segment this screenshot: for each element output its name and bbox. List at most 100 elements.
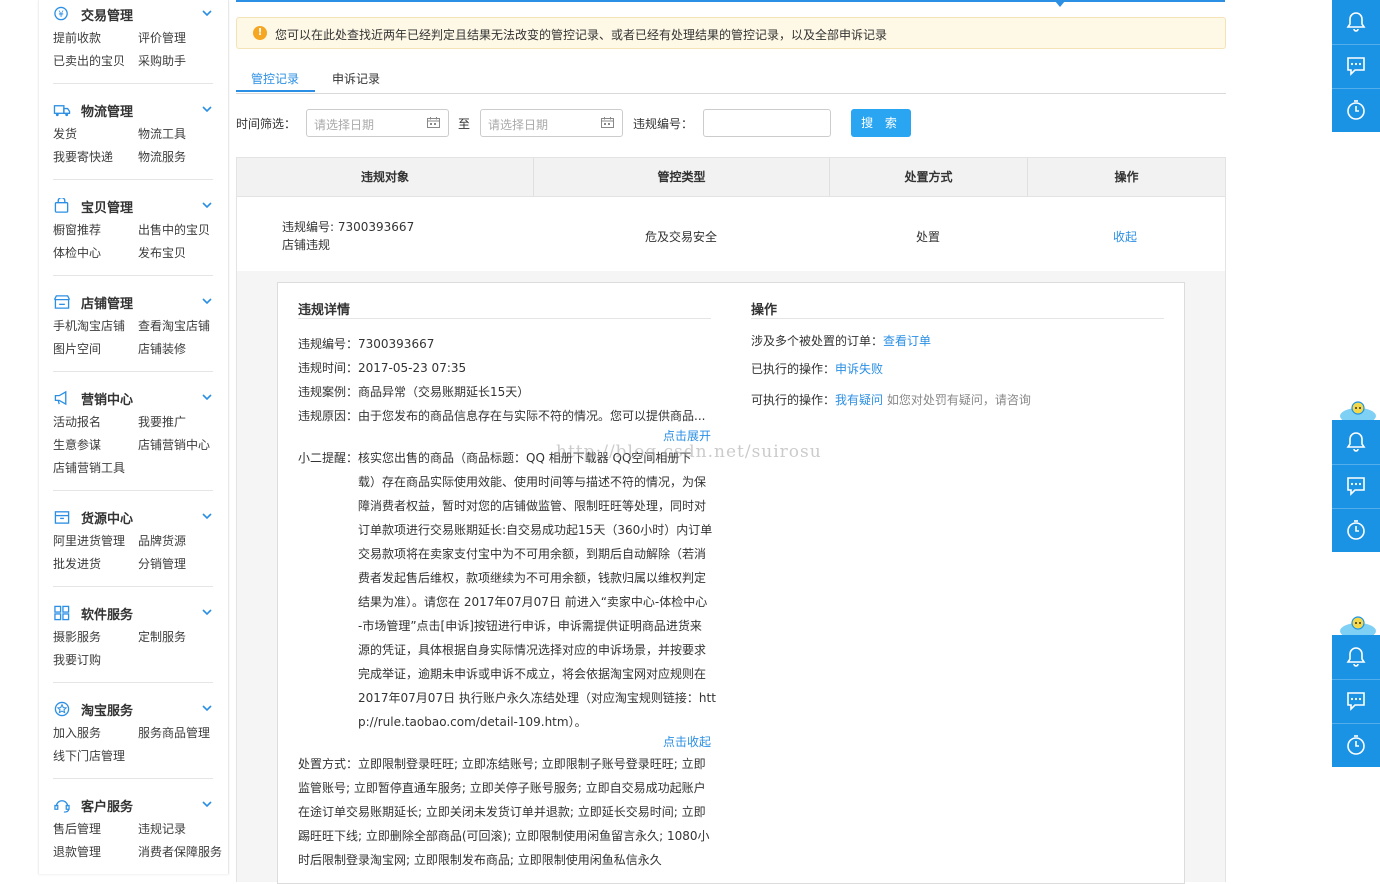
tab-control-records[interactable]: 管控记录 — [251, 70, 299, 87]
message-button[interactable] — [1332, 679, 1380, 723]
sidebar-link[interactable]: 服务商品管理 — [138, 724, 210, 741]
sidebar-link[interactable]: 采购助手 — [138, 52, 186, 69]
message-button[interactable] — [1332, 464, 1380, 508]
sidebar-link[interactable]: 我要寄快递 — [53, 148, 113, 165]
sidebar-link[interactable]: 物流服务 — [138, 148, 186, 165]
start-date-placeholder: 请选择日期 — [314, 118, 375, 132]
sidebar-section-header[interactable]: 营销中心 — [53, 388, 213, 408]
search-button[interactable]: 搜 索 — [851, 109, 911, 137]
sidebar-section-title: 货源中心 — [81, 512, 134, 527]
shop-icon — [53, 295, 71, 309]
svg-text:¥: ¥ — [58, 9, 64, 19]
sidebar-section-header[interactable]: 物流管理 — [53, 100, 213, 120]
sidebar-divider — [53, 371, 213, 372]
sidebar-link[interactable]: 手机淘宝店铺 — [53, 317, 125, 334]
sidebar-link[interactable]: 物流工具 — [138, 125, 186, 142]
collapse-link[interactable]: 点击收起 — [663, 733, 711, 750]
available-label: 可执行的操作： — [751, 393, 836, 407]
collapse-row-link[interactable]: 收起 — [1113, 228, 1137, 245]
view-orders-link[interactable]: 查看订单 — [883, 334, 931, 348]
sidebar-section-header[interactable]: 宝贝管理 — [53, 196, 213, 216]
sidebar-link[interactable]: 品牌货源 — [138, 532, 186, 549]
chevron-down-icon[interactable] — [201, 7, 213, 19]
sidebar-link[interactable]: 活动报名 — [53, 413, 101, 430]
executed-row: 已执行的操作：申诉失败 — [751, 360, 883, 377]
yuan-icon: ¥ — [54, 6, 68, 21]
sidebar-link[interactable]: 体检中心 — [53, 244, 101, 261]
sidebar-link[interactable]: 已卖出的宝贝 — [53, 52, 125, 69]
sidebar-section-header[interactable]: 客户服务 — [53, 795, 213, 815]
notification-button[interactable] — [1332, 0, 1380, 44]
chevron-down-icon[interactable] — [201, 606, 213, 618]
sidebar-section-header[interactable]: 店铺管理 — [53, 292, 213, 312]
history-button[interactable] — [1332, 508, 1380, 552]
history-button[interactable] — [1332, 723, 1380, 767]
notification-button[interactable] — [1332, 420, 1380, 464]
tip-line: -市场管理”点击[申诉]按钮进行申诉，申诉需提供证明商品进货来 — [358, 619, 702, 633]
sidebar-link[interactable]: 评价管理 — [138, 29, 186, 46]
sidebar-link[interactable]: 加入服务 — [53, 724, 101, 741]
sidebar-link[interactable]: 消费者保障服务 — [138, 843, 222, 860]
floating-toolbar — [1332, 0, 1380, 132]
disposal-method-line: 在途订单交易账期延长; 立即关闭未发货订单并退款; 立即延长交易时间; 立即 — [298, 805, 706, 819]
sidebar-link[interactable]: 发布宝贝 — [138, 244, 186, 261]
sidebar-link[interactable]: 查看淘宝店铺 — [138, 317, 210, 334]
sidebar-section: 客户服务售后管理 违规记录退款管理 消费者保障服务 — [53, 795, 222, 859]
sidebar-section: 营销中心活动报名 我要推广生意参谋 店铺营销中心 店铺营销工具 — [53, 388, 213, 491]
appeal-failed-link[interactable]: 申诉失败 — [835, 362, 883, 376]
have-question-link[interactable]: 我有疑问 — [835, 393, 883, 407]
sidebar-link[interactable]: 摄影服务 — [53, 628, 101, 645]
row-violation-id: 违规编号: 7300393667 — [282, 220, 415, 234]
operations-title: 操作 — [751, 303, 778, 318]
tab-appeal-records[interactable]: 申诉记录 — [332, 70, 380, 87]
sidebar-link[interactable]: 阿里进货管理 — [53, 532, 125, 549]
sidebar-link[interactable]: 我要推广 — [138, 413, 186, 430]
available-row: 可执行的操作：我有疑问 如您对处罚有疑问，请咨询 — [751, 391, 1031, 408]
start-date-input[interactable]: 请选择日期 — [306, 109, 449, 137]
sidebar-link[interactable]: 线下门店管理 — [53, 747, 125, 764]
end-date-input[interactable]: 请选择日期 — [480, 109, 623, 137]
chevron-down-icon[interactable] — [201, 295, 213, 307]
sidebar-link[interactable]: 批发进货 — [53, 555, 101, 572]
sidebar-divider — [53, 682, 213, 683]
warning-icon: ! — [253, 26, 267, 40]
sidebar-link[interactable]: 我要订购 — [53, 651, 101, 668]
sidebar-link[interactable]: 店铺营销中心 — [138, 436, 210, 453]
sidebar-link[interactable]: 退款管理 — [53, 843, 101, 860]
sidebar-link[interactable]: 店铺装修 — [138, 340, 186, 357]
calendar-icon — [427, 117, 440, 128]
sidebar-link[interactable]: 售后管理 — [53, 820, 101, 837]
violation-id-input[interactable] — [703, 109, 831, 137]
chevron-down-icon[interactable] — [201, 103, 213, 115]
header-violation-object: 违规对象 — [360, 170, 409, 184]
message-button[interactable] — [1332, 44, 1380, 88]
sidebar-link[interactable]: 定制服务 — [138, 628, 186, 645]
tip-line: 2017年07月07日 执行账户永久冻结处理（对应淘宝规则链接：htt — [358, 691, 716, 705]
sidebar-link[interactable]: 图片空间 — [53, 340, 101, 357]
sidebar-section-header[interactable]: 软件服务 — [53, 603, 213, 623]
history-button[interactable] — [1332, 88, 1380, 132]
sidebar-link[interactable]: 店铺营销工具 — [53, 459, 125, 476]
chevron-down-icon[interactable] — [201, 391, 213, 403]
sidebar-link[interactable]: 出售中的宝贝 — [138, 221, 210, 238]
sidebar-section-header[interactable]: 货源中心 — [53, 507, 213, 527]
sidebar-section-title: 软件服务 — [81, 608, 134, 623]
floating-toolbar — [1332, 420, 1380, 552]
sidebar-section-header[interactable]: 淘宝服务 — [53, 699, 213, 719]
chevron-down-icon[interactable] — [201, 510, 213, 522]
notification-button[interactable] — [1332, 635, 1380, 679]
operations-divider — [751, 318, 1164, 319]
sidebar-section-header[interactable]: ¥ 交易管理 — [53, 4, 213, 24]
tip-line: 载）存在商品实际使用效能、使用时间等与描述不符的情况，为保 — [358, 475, 707, 489]
sidebar-link[interactable]: 分销管理 — [138, 555, 186, 572]
sidebar-link[interactable]: 违规记录 — [138, 820, 186, 837]
sidebar-link[interactable]: 发货 — [53, 125, 77, 142]
row-control-type: 危及交易安全 — [645, 230, 718, 244]
disposal-method-line: 踢旺旺下线; 立即删除全部商品(可回滚); 立即限制使用闲鱼留言永久; 1080… — [298, 829, 710, 843]
sidebar-link[interactable]: 橱窗推荐 — [53, 221, 101, 238]
sidebar-link[interactable]: 生意参谋 — [53, 436, 101, 453]
chevron-down-icon[interactable] — [201, 798, 213, 810]
chevron-down-icon[interactable] — [201, 702, 213, 714]
sidebar-link[interactable]: 提前收款 — [53, 29, 101, 46]
chevron-down-icon[interactable] — [201, 199, 213, 211]
